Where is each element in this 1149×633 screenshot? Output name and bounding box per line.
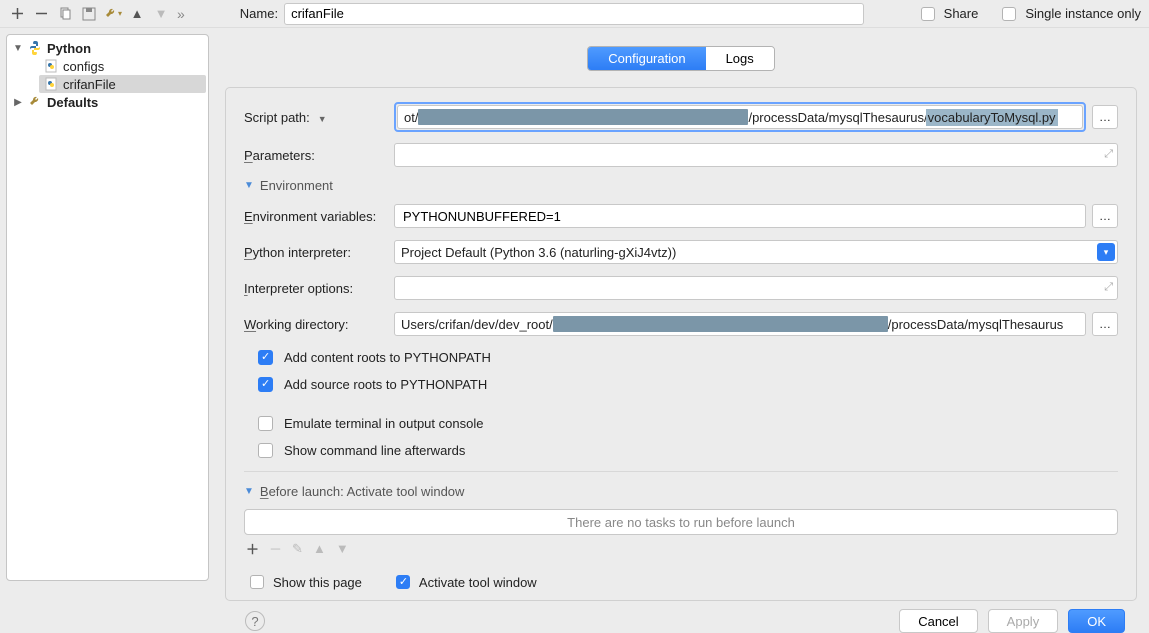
- remove-icon[interactable]: [32, 5, 50, 23]
- tree-node-configs[interactable]: configs: [39, 57, 206, 75]
- checkbox-label: Add content roots to PYTHONPATH: [284, 350, 491, 365]
- expand-icon[interactable]: ⤢: [1104, 281, 1113, 294]
- move-up-icon[interactable]: ▲: [313, 541, 326, 556]
- script-path-label: Script path:▼: [244, 110, 394, 125]
- save-icon[interactable]: [80, 5, 98, 23]
- name-input[interactable]: [284, 3, 864, 25]
- expander-icon[interactable]: ▼: [13, 43, 23, 54]
- name-label: Name:: [240, 6, 278, 21]
- tree-label: crifanFile: [63, 77, 116, 92]
- env-vars-input[interactable]: [394, 204, 1086, 228]
- section-title: Before launch: Activate tool window: [260, 484, 465, 499]
- tab-logs[interactable]: Logs: [706, 47, 774, 70]
- working-dir-label: Working directory:: [244, 317, 394, 332]
- show-cmdline-checkbox[interactable]: [258, 443, 273, 458]
- single-instance-label: Single instance only: [1025, 6, 1141, 21]
- tree-node-crifanfile[interactable]: crifanFile: [39, 75, 206, 93]
- toolbar-overflow-icon[interactable]: »: [177, 6, 185, 22]
- env-vars-label: Environment variables:: [244, 209, 394, 224]
- single-instance-checkbox-input[interactable]: [1002, 7, 1016, 21]
- script-path-input[interactable]: ot/ /processData/mysqlThesaurus/vocabular…: [397, 105, 1083, 129]
- before-launch-list: There are no tasks to run before launch: [244, 509, 1118, 535]
- python-interpreter-select[interactable]: Project Default (Python 3.6 (naturling-g…: [394, 240, 1118, 264]
- browse-button[interactable]: …: [1092, 312, 1118, 336]
- tree-node-defaults[interactable]: ▶ Defaults: [9, 93, 206, 111]
- right-pane: Configuration Logs Script path:▼ ot/ /pro…: [209, 28, 1149, 587]
- share-checkbox[interactable]: Share: [917, 4, 979, 24]
- browse-button[interactable]: …: [1092, 105, 1118, 129]
- dialog-footer: ? Cancel Apply OK: [225, 601, 1137, 633]
- move-down-icon[interactable]: ▼: [152, 5, 170, 23]
- source-roots-checkbox[interactable]: [258, 377, 273, 392]
- path-segment: Users/crifan/dev/dev_root/: [401, 317, 553, 332]
- show-this-page-checkbox[interactable]: Show this page: [246, 572, 362, 592]
- disclosure-icon[interactable]: ▼: [244, 486, 254, 497]
- cancel-button[interactable]: Cancel: [899, 609, 977, 633]
- browse-button[interactable]: …: [1092, 204, 1118, 228]
- redacted-segment: [553, 316, 888, 332]
- checkbox-label: Show this page: [273, 575, 362, 590]
- tree-node-python[interactable]: ▼ Python: [9, 39, 206, 57]
- single-instance-checkbox[interactable]: Single instance only: [998, 4, 1141, 24]
- wrench-icon: [27, 94, 43, 110]
- section-title: Environment: [260, 178, 333, 193]
- move-down-icon[interactable]: ▼: [336, 541, 349, 556]
- add-icon[interactable]: ＋: [246, 539, 259, 558]
- chevron-updown-icon[interactable]: ▾: [1097, 243, 1115, 261]
- main-area: ▼ Python configs crifanFile ▶ Defaults C…: [0, 28, 1149, 587]
- select-value: Project Default (Python 3.6 (naturling-g…: [401, 245, 676, 260]
- path-segment: /processData/mysqlThesaurus: [888, 317, 1064, 332]
- wrench-icon[interactable]: ▾: [104, 5, 122, 23]
- tab-bar: Configuration Logs: [225, 46, 1137, 71]
- add-icon[interactable]: [8, 5, 26, 23]
- edit-icon[interactable]: ✎: [292, 541, 303, 557]
- interpreter-options-label: Interpreter options:: [244, 281, 394, 296]
- show-this-page-input[interactable]: [250, 575, 264, 589]
- ok-button[interactable]: OK: [1068, 609, 1125, 633]
- configuration-panel: Script path:▼ ot/ /processData/mysqlThesa…: [225, 87, 1137, 601]
- path-segment: ot/: [404, 110, 418, 125]
- environment-section-header[interactable]: ▼ Environment: [244, 178, 1118, 193]
- content-roots-checkbox[interactable]: [258, 350, 273, 365]
- parameters-label: Parameters:: [244, 148, 394, 163]
- parameters-input[interactable]: ⤢: [394, 143, 1118, 167]
- interpreter-options-input[interactable]: ⤢: [394, 276, 1118, 300]
- copy-icon[interactable]: [56, 5, 74, 23]
- path-segment: /processData/mysqlThesaurus/: [748, 110, 927, 125]
- activate-tool-window-checkbox[interactable]: Activate tool window: [392, 572, 537, 592]
- checkbox-label: Emulate terminal in output console: [284, 416, 483, 431]
- emulate-terminal-checkbox[interactable]: [258, 416, 273, 431]
- before-launch-toolbar: ＋ － ✎ ▲ ▼: [244, 537, 1118, 560]
- activate-tool-window-input[interactable]: [396, 575, 410, 589]
- chevron-down-icon[interactable]: ▼: [318, 114, 327, 124]
- tab-configuration[interactable]: Configuration: [588, 47, 705, 70]
- share-checkbox-input[interactable]: [921, 7, 935, 21]
- before-launch-header[interactable]: ▼ Before launch: Activate tool window: [244, 484, 1118, 499]
- remove-icon[interactable]: －: [269, 539, 282, 558]
- python-interpreter-label: Python interpreter:: [244, 245, 394, 260]
- top-toolbar: ▾ ▲ ▼ » Name: Share Single instance only: [0, 0, 1149, 28]
- working-dir-input[interactable]: Users/crifan/dev/dev_root/ /processData/m…: [394, 312, 1086, 336]
- move-up-icon[interactable]: ▲: [128, 5, 146, 23]
- tree-label: Defaults: [47, 95, 98, 110]
- checkbox-label: Activate tool window: [419, 575, 537, 590]
- config-tree: ▼ Python configs crifanFile ▶ Defaults: [6, 34, 209, 581]
- expander-icon[interactable]: ▶: [13, 97, 23, 108]
- apply-button[interactable]: Apply: [988, 609, 1059, 633]
- checkbox-label: Show command line afterwards: [284, 443, 465, 458]
- share-label: Share: [944, 6, 979, 21]
- python-file-icon: [43, 58, 59, 74]
- python-icon: [27, 40, 43, 56]
- tree-label: Python: [47, 41, 91, 56]
- disclosure-icon[interactable]: ▼: [244, 180, 254, 191]
- checkbox-label: Add source roots to PYTHONPATH: [284, 377, 487, 392]
- redacted-segment: [418, 109, 748, 125]
- expand-icon[interactable]: ⤢: [1104, 148, 1113, 161]
- path-segment-selected: vocabularyToMysql.py: [926, 109, 1058, 126]
- python-file-icon: [43, 76, 59, 92]
- help-icon[interactable]: ?: [245, 611, 265, 631]
- tree-label: configs: [63, 59, 104, 74]
